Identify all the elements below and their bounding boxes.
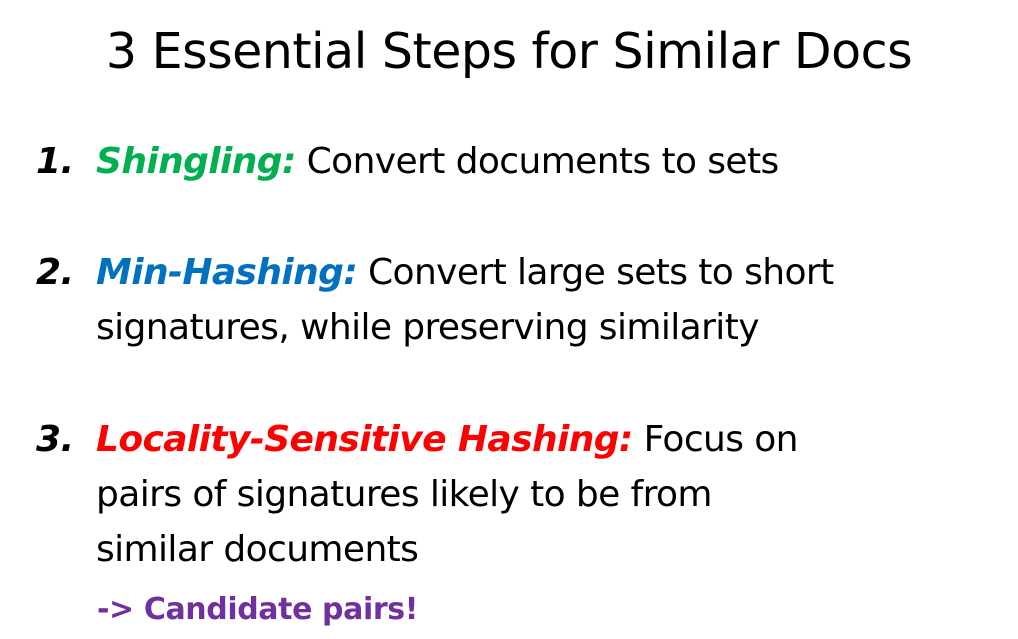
step-2-line-2: signatures, while preserving similarity bbox=[96, 307, 760, 348]
step-3-line-2: pairs of signatures likely to be from bbox=[96, 474, 713, 515]
candidate-pairs-note: -> Candidate pairs! bbox=[97, 592, 418, 627]
step-3-line-1: Locality-Sensitive Hashing: Focus on bbox=[96, 412, 798, 467]
step-3-line-3: similar documents bbox=[96, 529, 419, 570]
step-2-term: Min-Hashing: bbox=[96, 252, 358, 293]
step-3-term: Locality-Sensitive Hashing: bbox=[96, 419, 633, 460]
step-2-line-1: Min-Hashing: Convert large sets to short bbox=[96, 245, 834, 300]
step-1-number: 1. bbox=[36, 141, 74, 182]
slide-title: 3 Essential Steps for Similar Docs bbox=[105, 23, 913, 80]
step-2-body: Min-Hashing: Convert large sets to short… bbox=[96, 245, 834, 355]
step-1-line-1: Shingling: Convert documents to sets bbox=[96, 134, 779, 189]
step-1-body: Shingling: Convert documents to sets bbox=[96, 134, 779, 189]
step-1-text: Convert documents to sets bbox=[295, 141, 780, 182]
step-2-text: Convert large sets to short bbox=[357, 252, 834, 293]
step-1-term: Shingling: bbox=[96, 141, 296, 182]
step-3-text: Focus on bbox=[632, 419, 799, 460]
step-3-body: Locality-Sensitive Hashing: Focus on pai… bbox=[96, 412, 798, 577]
step-3-number: 3. bbox=[36, 419, 74, 460]
slide: 3 Essential Steps for Similar Docs 1. Sh… bbox=[0, 0, 1018, 639]
step-2-number: 2. bbox=[36, 252, 74, 293]
